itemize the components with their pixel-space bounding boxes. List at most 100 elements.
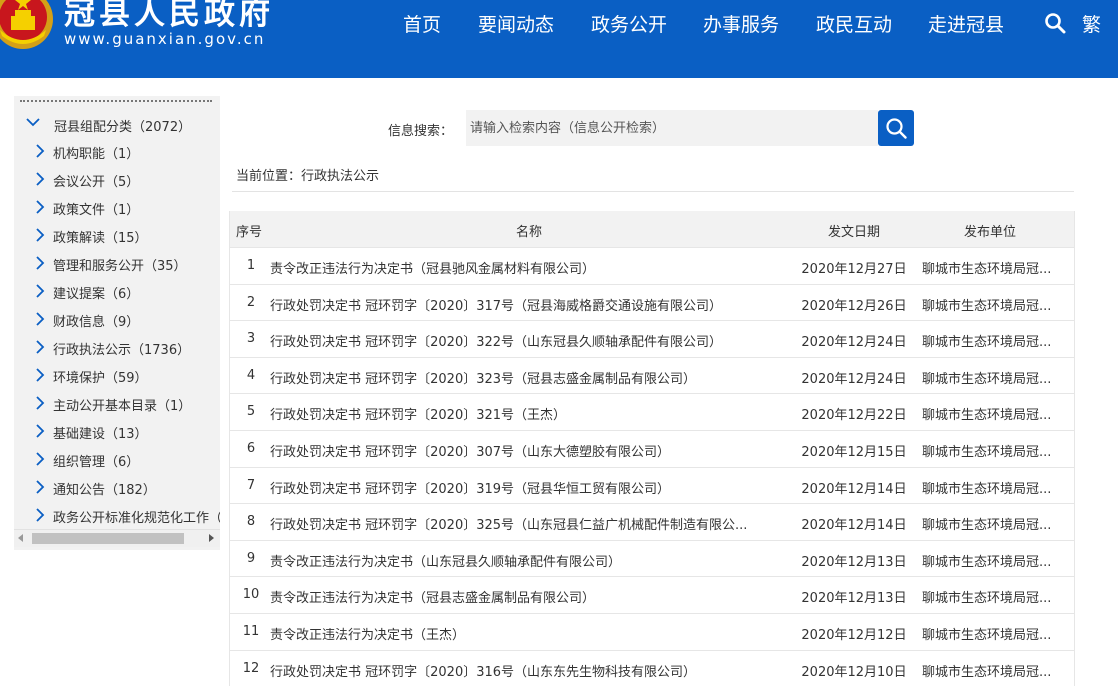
row-number: 5	[246, 404, 256, 420]
chevron-right-icon	[36, 200, 45, 214]
nav-interaction[interactable]: 政民互动	[816, 10, 892, 37]
table-row[interactable]: 4 行政处罚决定书 冠环罚字〔2020〕323号（冠县志盛金属制品有限公司） 202…	[230, 356, 1074, 394]
chevron-right-icon	[36, 396, 45, 410]
row-title-link[interactable]: 行政处罚决定书 冠环罚字〔2020〕317号（冠县海威格爵交通设施有限公司）	[270, 295, 782, 314]
row-org: 聊城市生态环境局冠...	[922, 664, 1052, 680]
content-divider	[232, 191, 1074, 192]
table-row[interactable]: 3 行政处罚决定书 冠环罚字〔2020〕322号（山东冠县久顺轴承配件有限公司） 2…	[230, 320, 1074, 357]
table-row[interactable]: 7 行政处罚决定书 冠环罚字〔2020〕319号（冠县华恒工贸有限公司） 2020年…	[230, 466, 1074, 504]
row-org: 聊城市生态环境局冠...	[922, 262, 1052, 277]
row-org: 聊城市生态环境局冠...	[922, 518, 1052, 534]
sidebar-horizontal-scrollbar[interactable]	[14, 529, 220, 547]
sidebar-tree-item[interactable]: 组织管理（6）	[14, 449, 220, 471]
row-title-link[interactable]: 责令改正违法行为决定书（冠县驰风金属材料有限公司）	[270, 258, 782, 277]
row-title-link[interactable]: 行政处罚决定书 冠环罚字〔2020〕323号（冠县志盛金属制品有限公司）	[270, 368, 782, 387]
sidebar-tree-item[interactable]: 环境保护（59）	[14, 365, 220, 387]
chevron-right-icon	[36, 508, 45, 522]
sidebar-tree-item[interactable]: 行政执法公示（1736）	[14, 337, 220, 359]
sidebar-item-label: 政策解读（15）	[53, 231, 148, 246]
chevron-right-icon	[36, 256, 45, 270]
sidebar-item-label: 管理和服务公开（35）	[53, 259, 187, 274]
row-number: 4	[246, 367, 256, 383]
table-row[interactable]: 2 行政处罚决定书 冠环罚字〔2020〕317号（冠县海威格爵交通设施有限公司） 2…	[230, 283, 1074, 321]
header-date: 发文日期	[828, 225, 881, 240]
sidebar-item-label: 基础建设（13）	[53, 427, 148, 442]
chevron-right-icon	[36, 452, 45, 466]
table-row[interactable]: 12 行政处罚决定书 冠环罚字〔2020〕316号（山东东先生物科技有限公司） 20…	[230, 649, 1074, 687]
sidebar-tree-item[interactable]: 主动公开基本目录（1）	[14, 393, 220, 415]
breadcrumb: 当前位置：行政执法公示	[236, 169, 380, 184]
row-title-link[interactable]: 行政处罚决定书 冠环罚字〔2020〕321号（王杰）	[270, 404, 782, 423]
sidebar-tree-item[interactable]: 通知公告（182）	[14, 477, 220, 499]
table-row[interactable]: 5 行政处罚决定书 冠环罚字〔2020〕321号（王杰） 2020年12月22日 聊城…	[230, 393, 1074, 430]
chevron-right-icon	[36, 172, 45, 186]
sidebar-tree-item[interactable]: 政策解读（15）	[14, 225, 220, 247]
row-title-link[interactable]: 责令改正违法行为决定书（王杰）	[270, 624, 782, 643]
chevron-right-icon	[36, 144, 45, 158]
row-title-link[interactable]: 行政处罚决定书 冠环罚字〔2020〕316号（山东东先生物科技有限公司）	[270, 661, 782, 680]
search-icon[interactable]	[1044, 12, 1066, 34]
row-number: 6	[246, 440, 256, 456]
table-row[interactable]: 8 行政处罚决定书 冠环罚字〔2020〕325号（山东冠县仁益广机械配件制造有限公…	[230, 503, 1074, 540]
chevron-right-icon	[36, 480, 45, 494]
row-org: 聊城市生态环境局冠...	[922, 481, 1052, 497]
nav-news[interactable]: 要闻动态	[478, 10, 554, 37]
sidebar-item-label: 建议提案（6）	[53, 287, 140, 302]
search-label: 信息搜索：	[388, 124, 454, 139]
row-title-link[interactable]: 行政处罚决定书 冠环罚字〔2020〕325号（山东冠县仁益广机械配件制造有限公.…	[270, 514, 782, 533]
row-date: 2020年12月13日	[801, 591, 907, 607]
row-date: 2020年12月12日	[801, 627, 907, 643]
row-date: 2020年12月24日	[801, 371, 907, 387]
national-emblem-icon	[0, 0, 53, 49]
sidebar-item-label: 组织管理（6）	[53, 455, 140, 470]
sidebar-tree-item[interactable]: 建议提案（6）	[14, 281, 220, 303]
search-button[interactable]	[878, 110, 914, 146]
sidebar-tree-item[interactable]: 基础建设（13）	[14, 421, 220, 443]
row-title-link[interactable]: 行政处罚决定书 冠环罚字〔2020〕307号（山东大德塑胶有限公司）	[270, 441, 782, 460]
chevron-right-icon	[36, 424, 45, 438]
row-org: 聊城市生态环境局冠...	[922, 627, 1052, 643]
nav-about[interactable]: 走进冠县	[928, 10, 1004, 37]
nav-home[interactable]: 首页	[403, 10, 441, 37]
chevron-right-icon	[36, 368, 45, 382]
row-title-link[interactable]: 责令改正违法行为决定书（冠县志盛金属制品有限公司）	[270, 587, 782, 606]
tree-root-category[interactable]: 冠县组配分类（2072）	[14, 114, 220, 136]
table-row[interactable]: 1 责令改正违法行为决定书（冠县驰风金属材料有限公司） 2020年12月27日 聊城市…	[230, 247, 1074, 284]
chevron-down-icon	[26, 118, 40, 127]
sidebar-tree-item[interactable]: 机构职能（1）	[14, 141, 220, 163]
sidebar-item-label: 主动公开基本目录（1）	[53, 399, 192, 414]
sidebar-tree-item[interactable]: 政务公开标准化规范化工作（	[14, 505, 220, 527]
sidebar-item-label: 政策文件（1）	[53, 203, 140, 218]
row-title-link[interactable]: 行政处罚决定书 冠环罚字〔2020〕319号（冠县华恒工贸有限公司）	[270, 478, 782, 497]
header-org: 发布单位	[964, 225, 1017, 240]
nav-services[interactable]: 办事服务	[703, 10, 779, 37]
row-org: 聊城市生态环境局冠...	[922, 591, 1052, 607]
row-number: 9	[246, 550, 256, 566]
row-date: 2020年12月14日	[801, 481, 907, 497]
table-row[interactable]: 11 责令改正违法行为决定书（王杰） 2020年12月12日 聊城市生态环境局冠...	[230, 612, 1074, 650]
scroll-left-arrow-icon[interactable]	[18, 534, 23, 542]
row-number: 1	[246, 258, 256, 273]
row-date: 2020年12月14日	[801, 518, 907, 534]
row-title-link[interactable]: 行政处罚决定书 冠环罚字〔2020〕322号（山东冠县久顺轴承配件有限公司）	[270, 331, 782, 350]
sidebar-tree-item[interactable]: 会议公开（5）	[14, 169, 220, 191]
sidebar-item-label: 行政执法公示（1736）	[53, 343, 191, 358]
nav-gov-affairs[interactable]: 政务公开	[591, 10, 667, 37]
table-row[interactable]: 10 责令改正违法行为决定书（冠县志盛金属制品有限公司） 2020年12月13日 聊城…	[230, 576, 1074, 613]
row-date: 2020年12月24日	[801, 335, 907, 351]
sidebar-tree-item[interactable]: 政策文件（1）	[14, 197, 220, 219]
sidebar-item-label: 机构职能（1）	[53, 147, 140, 162]
row-number: 10	[242, 587, 260, 603]
table-row[interactable]: 6 行政处罚决定书 冠环罚字〔2020〕307号（山东大德塑胶有限公司） 2020年…	[230, 429, 1074, 467]
scroll-right-arrow-icon[interactable]	[209, 534, 214, 542]
row-org: 聊城市生态环境局冠...	[922, 335, 1052, 351]
row-date: 2020年12月13日	[801, 554, 907, 570]
row-org: 聊城市生态环境局冠...	[922, 554, 1052, 570]
table-row[interactable]: 9 责令改正违法行为决定书（山东冠县久顺轴承配件有限公司） 2020年12月13日聊…	[230, 539, 1074, 577]
sidebar-tree-item[interactable]: 财政信息（9）	[14, 309, 220, 331]
sidebar-tree-item[interactable]: 管理和服务公开（35）	[14, 253, 220, 275]
row-title-link[interactable]: 责令改正违法行为决定书（山东冠县久顺轴承配件有限公司）	[270, 551, 782, 570]
traditional-chinese-toggle[interactable]: 繁	[1082, 10, 1101, 37]
scrollbar-thumb[interactable]	[32, 533, 184, 544]
search-input[interactable]	[466, 110, 878, 146]
